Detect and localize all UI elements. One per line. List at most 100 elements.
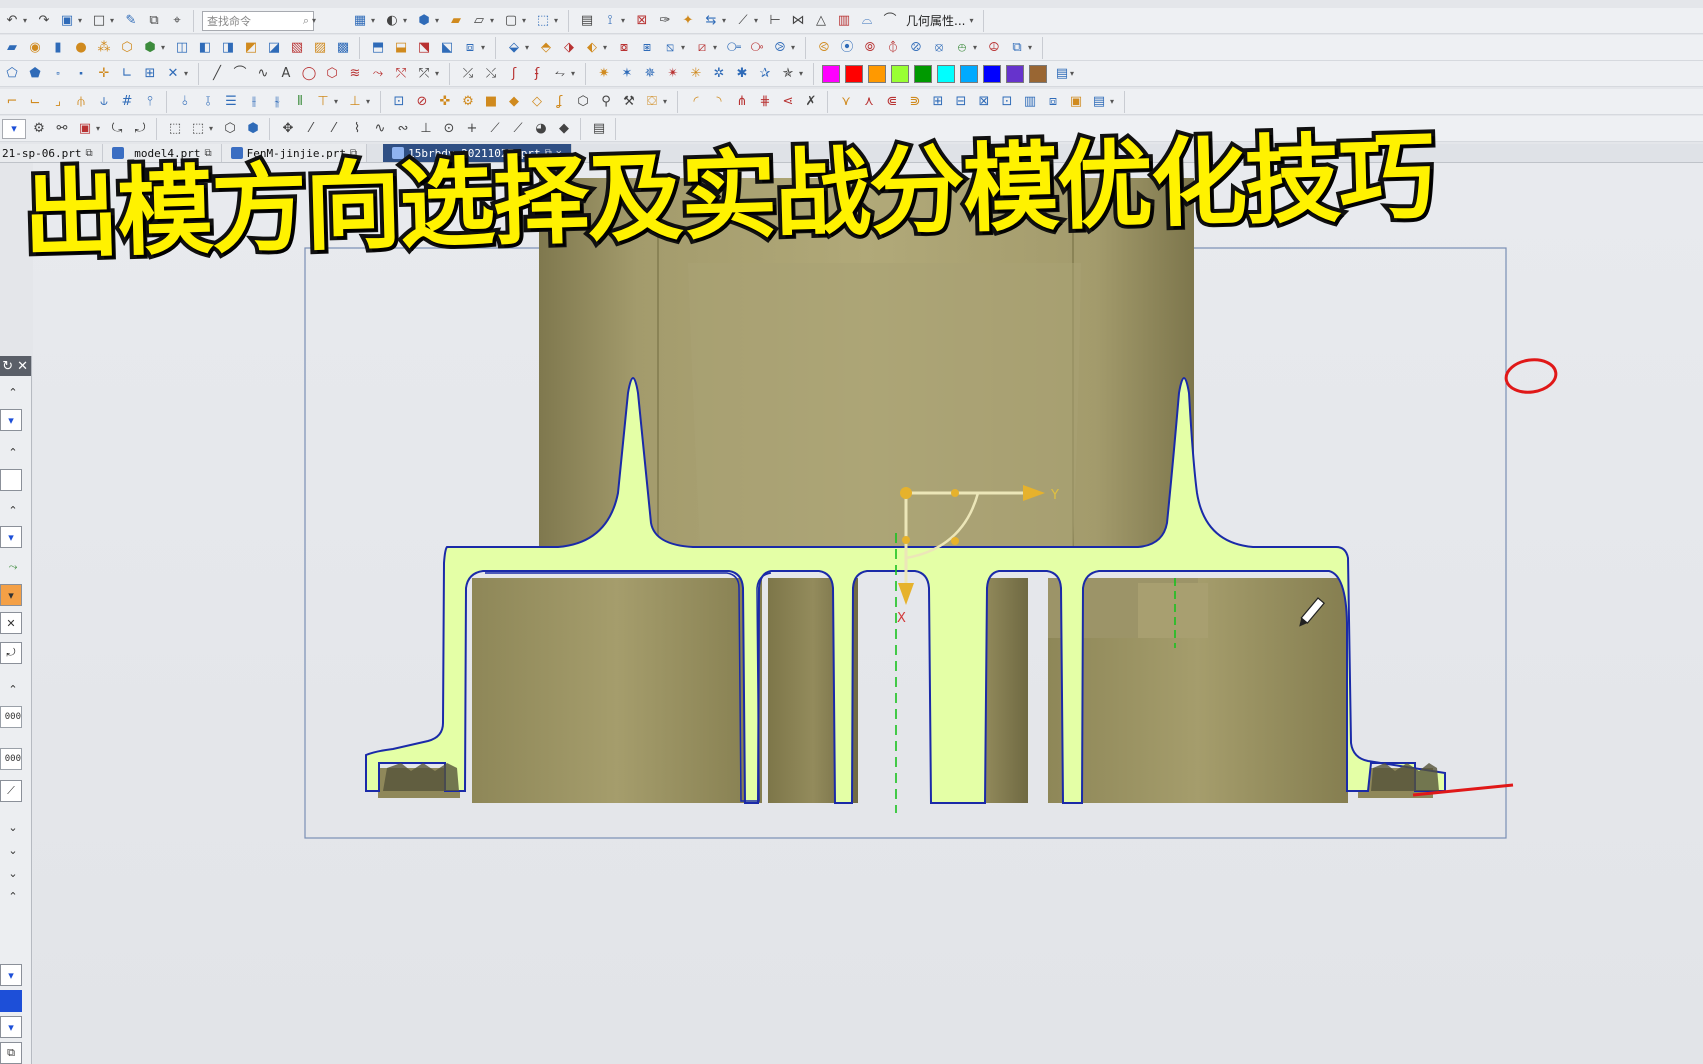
arc-icon[interactable]: ⌒ [230,64,250,84]
rectangle-select-icon[interactable]: ⬚ [165,119,185,139]
extend-sheet-icon[interactable]: ✱ [732,64,752,84]
dropdown-arrow-icon[interactable]: ▾ [1028,43,1036,52]
corner-icon[interactable]: ⌙ [25,92,45,112]
grid-icon[interactable]: ⊞ [928,92,948,112]
open-icon[interactable]: ▱ [469,11,489,31]
snap-on-curve-icon[interactable]: ⟋ [485,119,505,139]
snap-intersect-icon[interactable]: ⌇ [347,119,367,139]
tool-icon[interactable]: ⚒ [619,92,639,112]
helix-icon[interactable]: ʄ [527,64,547,84]
columns-icon[interactable]: ⊡ [997,92,1017,112]
dimension-icon[interactable]: ⊢ [765,11,785,31]
collapse-section-icon[interactable]: ⌃ [0,499,26,521]
point-icon[interactable]: ⬝ [71,64,91,84]
dropdown-arrow-icon[interactable]: ▾ [161,43,169,52]
curve-analysis-icon[interactable]: ⟋ [733,11,753,31]
offset-face-icon[interactable]: ▩ [333,38,353,58]
command-search-input[interactable]: 查找命令 ⌕ [202,10,314,31]
copy-icon[interactable]: ⧉ [144,11,164,31]
datum-csys-icon[interactable]: ⬞ [48,64,68,84]
dropdown-select[interactable]: ▾ [0,1016,22,1038]
patch-icon[interactable]: ⧇ [614,38,634,58]
electrode-icon[interactable]: ⧀ [814,38,834,58]
sew-icon[interactable]: ✲ [709,64,729,84]
project-icon[interactable]: ⬘ [536,38,556,58]
undo-icon[interactable]: ↶ [2,11,22,31]
type-filter-dropdown[interactable]: ▾ [2,118,26,139]
dropdown-arrow-icon[interactable]: ▾ [184,69,192,78]
sphere-icon[interactable]: ● [71,38,91,58]
delete-icon[interactable]: ✗ [801,92,821,112]
weld-symbol-icon[interactable]: ⫴ [290,92,310,112]
snap-icon[interactable]: ✑ [655,11,675,31]
dropdown-select[interactable]: ▾ [0,409,22,431]
expand-section-icon[interactable]: ⌄ [0,816,26,838]
dropdown-select[interactable]: ▾ [0,964,22,986]
replace-face-icon[interactable]: ⬕ [437,38,457,58]
extend-icon[interactable]: ⋕ [755,92,775,112]
geometry-properties-button[interactable]: 几何属性... [903,12,968,29]
cylinder-icon[interactable]: ▮ [48,38,68,58]
curve-tool-icon[interactable]: ʆ [550,92,570,112]
snap-point-icon[interactable]: ⊥ [416,119,436,139]
extrude-icon[interactable]: ▰ [2,38,22,58]
project-curve-icon[interactable]: ⤳ [368,64,388,84]
gate-icon[interactable]: ⦻ [929,38,949,58]
dropdown-arrow-icon[interactable]: ▾ [78,16,86,25]
dropdown-arrow-icon[interactable]: ▾ [371,16,379,25]
measure-icon[interactable]: ⟋ [0,780,22,802]
dropdown-arrow-icon[interactable]: ▾ [722,16,730,25]
dropdown-arrow-icon[interactable]: ▾ [681,43,689,52]
dropdown-arrow-icon[interactable]: ▾ [525,43,533,52]
intersect-curve-icon[interactable]: ⤲ [391,64,411,84]
dropdown-arrow-icon[interactable]: ▾ [791,43,799,52]
define-cavity-icon[interactable]: ⧃ [724,38,744,58]
color-swatch-cyan[interactable] [937,64,955,83]
array-icon[interactable]: ⊟ [951,92,971,112]
dropdown-arrow-icon[interactable]: ▾ [435,69,443,78]
layout-icon[interactable]: ▦ [350,11,370,31]
vector-icon[interactable]: ⤳ [0,556,26,578]
ruled-surface-icon[interactable]: ✶ [617,64,637,84]
color-swatch-green[interactable] [914,64,932,83]
snap-quadrant-icon[interactable]: ∾ [393,119,413,139]
region-icon[interactable]: ⧆ [637,38,657,58]
close-icon[interactable]: ✕ [17,359,28,374]
parts-list-icon[interactable]: ⫲ [244,92,264,112]
dropdown-select[interactable]: ▾ [0,526,22,548]
dropdown-arrow-icon[interactable]: ▾ [96,124,104,133]
snap-bounded-icon[interactable]: ◕ [531,119,551,139]
color-swatch-red[interactable] [845,64,863,83]
bill-of-materials-icon[interactable]: ⦹ [984,38,1004,58]
dropdown-arrow-icon[interactable]: ▾ [1070,69,1078,78]
pull-face-icon[interactable]: ⬔ [414,38,434,58]
datum-axis-icon[interactable]: ⬟ [25,64,45,84]
measure-icon[interactable]: ⟟ [600,11,620,31]
dropdown-arrow-icon[interactable]: ▾ [435,16,443,25]
subtract-icon[interactable]: ⬢ [140,38,160,58]
sketch-icon[interactable]: ⊞ [140,64,160,84]
edit-object-icon[interactable]: ✎ [121,11,141,31]
collapse-section-icon[interactable]: ⌃ [0,885,26,907]
delete-face-icon[interactable]: ⧈ [460,38,480,58]
redo-icon[interactable]: ↷ [34,11,54,31]
deselect-icon[interactable]: ⤿ [107,119,127,139]
snap-settings-icon[interactable]: ⚯ [52,119,72,139]
core-icon[interactable]: ⧂ [747,38,767,58]
shell-icon[interactable]: ▧ [287,38,307,58]
select-all-icon[interactable]: ▣ [75,119,95,139]
section-line-icon[interactable]: ⫝ [94,92,114,112]
hatch-icon[interactable]: # [117,92,137,112]
color-picker[interactable] [0,990,22,1012]
dropdown-arrow-icon[interactable]: ▾ [799,69,807,78]
ejector-icon[interactable]: ⦽ [883,38,903,58]
dropdown-arrow-icon[interactable]: ▾ [603,43,611,52]
table-icon[interactable]: ☰ [221,92,241,112]
leader-icon[interactable]: ⫱ [198,92,218,112]
analysis-icon[interactable]: ▤ [577,11,597,31]
slider-icon[interactable]: ⦿ [837,38,857,58]
report-icon[interactable]: ▥ [834,11,854,31]
render-style-icon[interactable]: ◐ [382,11,402,31]
draft-icon[interactable]: ▨ [310,38,330,58]
color-swatch-sky[interactable] [960,64,978,83]
